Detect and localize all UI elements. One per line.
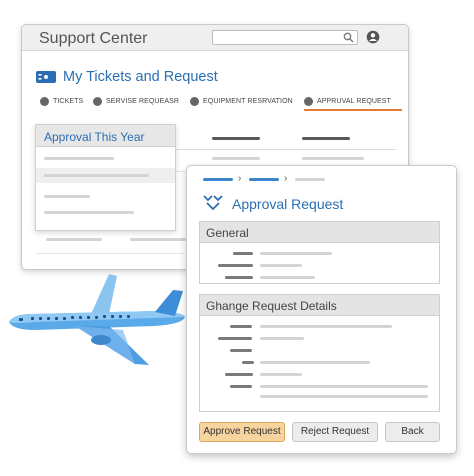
field-value-placeholder <box>260 252 332 255</box>
section-title: General <box>200 222 439 243</box>
chevron-right-icon: › <box>238 173 242 184</box>
tab-label: TICKETS <box>53 98 84 105</box>
page-title: My Tickets and Request <box>63 69 218 85</box>
item-placeholder <box>44 195 90 198</box>
dropdown-item[interactable] <box>36 168 175 183</box>
item-placeholder <box>44 174 149 177</box>
field-value-placeholder <box>260 361 370 364</box>
change-request-details-section: Ghange Request Details <box>199 294 440 412</box>
approval-request-dialog: › › Approval Request General Ghange Requ… <box>186 165 457 454</box>
field-label-placeholder <box>225 373 253 376</box>
dropdown-item[interactable] <box>36 151 175 166</box>
cell-placeholder <box>130 238 186 241</box>
field-value-placeholder <box>260 337 304 340</box>
field-value-placeholder <box>260 385 428 388</box>
wizard-step-2[interactable] <box>249 178 279 181</box>
cell-placeholder <box>46 238 102 241</box>
approve-request-button[interactable]: Approve Request <box>199 422 285 442</box>
tab-label: EQUIPMENT RESRVATION <box>203 98 293 105</box>
field-value-placeholder <box>260 276 315 279</box>
ticket-icon <box>36 71 56 83</box>
search-icon[interactable] <box>343 32 354 43</box>
approval-icon <box>203 195 223 211</box>
general-section: General <box>199 221 440 284</box>
tab-dot-icon <box>93 97 102 106</box>
field-label-placeholder <box>230 349 252 352</box>
tab-label: SERVISE REQUEASR <box>106 98 180 105</box>
item-placeholder <box>44 211 134 214</box>
wizard-step-1[interactable] <box>203 178 233 181</box>
dropdown-item[interactable] <box>36 189 175 204</box>
tab-bar: TICKETS SERVISE REQUEASR EQUIPMENT RESRV… <box>40 96 402 111</box>
title-bar: Support Center <box>22 25 408 51</box>
app-title: Support Center <box>39 30 148 47</box>
approval-year-dropdown[interactable]: Approval This Year <box>35 124 176 231</box>
field-label-placeholder <box>225 276 253 279</box>
reject-request-button[interactable]: Reject Request <box>292 422 378 442</box>
field-value-placeholder <box>260 264 302 267</box>
tab-label: APPRUVAL REQUEST <box>317 98 391 105</box>
dialog-title: Approval Request <box>232 196 344 212</box>
dropdown-item[interactable] <box>36 205 175 220</box>
field-value-placeholder <box>260 395 428 398</box>
field-value-placeholder <box>260 373 302 376</box>
field-label-placeholder <box>218 337 252 340</box>
wizard-steps: › › <box>203 174 333 184</box>
user-icon[interactable] <box>366 30 380 44</box>
wizard-step-3[interactable] <box>295 178 325 181</box>
tab-approval-request[interactable]: APPRUVAL REQUEST <box>304 96 402 111</box>
column-header-placeholder <box>302 137 350 140</box>
field-label-placeholder <box>230 385 252 388</box>
tab-dot-icon <box>304 97 313 106</box>
field-value-placeholder <box>260 325 392 328</box>
chevron-right-icon: › <box>284 173 288 184</box>
field-label-placeholder <box>242 361 254 364</box>
cell-placeholder <box>212 157 260 160</box>
item-placeholder <box>44 157 114 160</box>
divider <box>36 253 184 254</box>
tab-dot-icon <box>190 97 199 106</box>
tab-dot-icon <box>40 97 49 106</box>
search-input[interactable] <box>212 30 358 45</box>
dropdown-title: Approval This Year <box>36 125 175 147</box>
back-button[interactable]: Back <box>385 422 440 442</box>
field-label-placeholder <box>233 252 253 255</box>
cell-placeholder <box>302 157 364 160</box>
field-label-placeholder <box>218 264 253 267</box>
field-label-placeholder <box>230 325 252 328</box>
column-header-placeholder <box>212 137 260 140</box>
section-title: Ghange Request Details <box>200 295 439 316</box>
airplane-illustration <box>9 274 185 365</box>
